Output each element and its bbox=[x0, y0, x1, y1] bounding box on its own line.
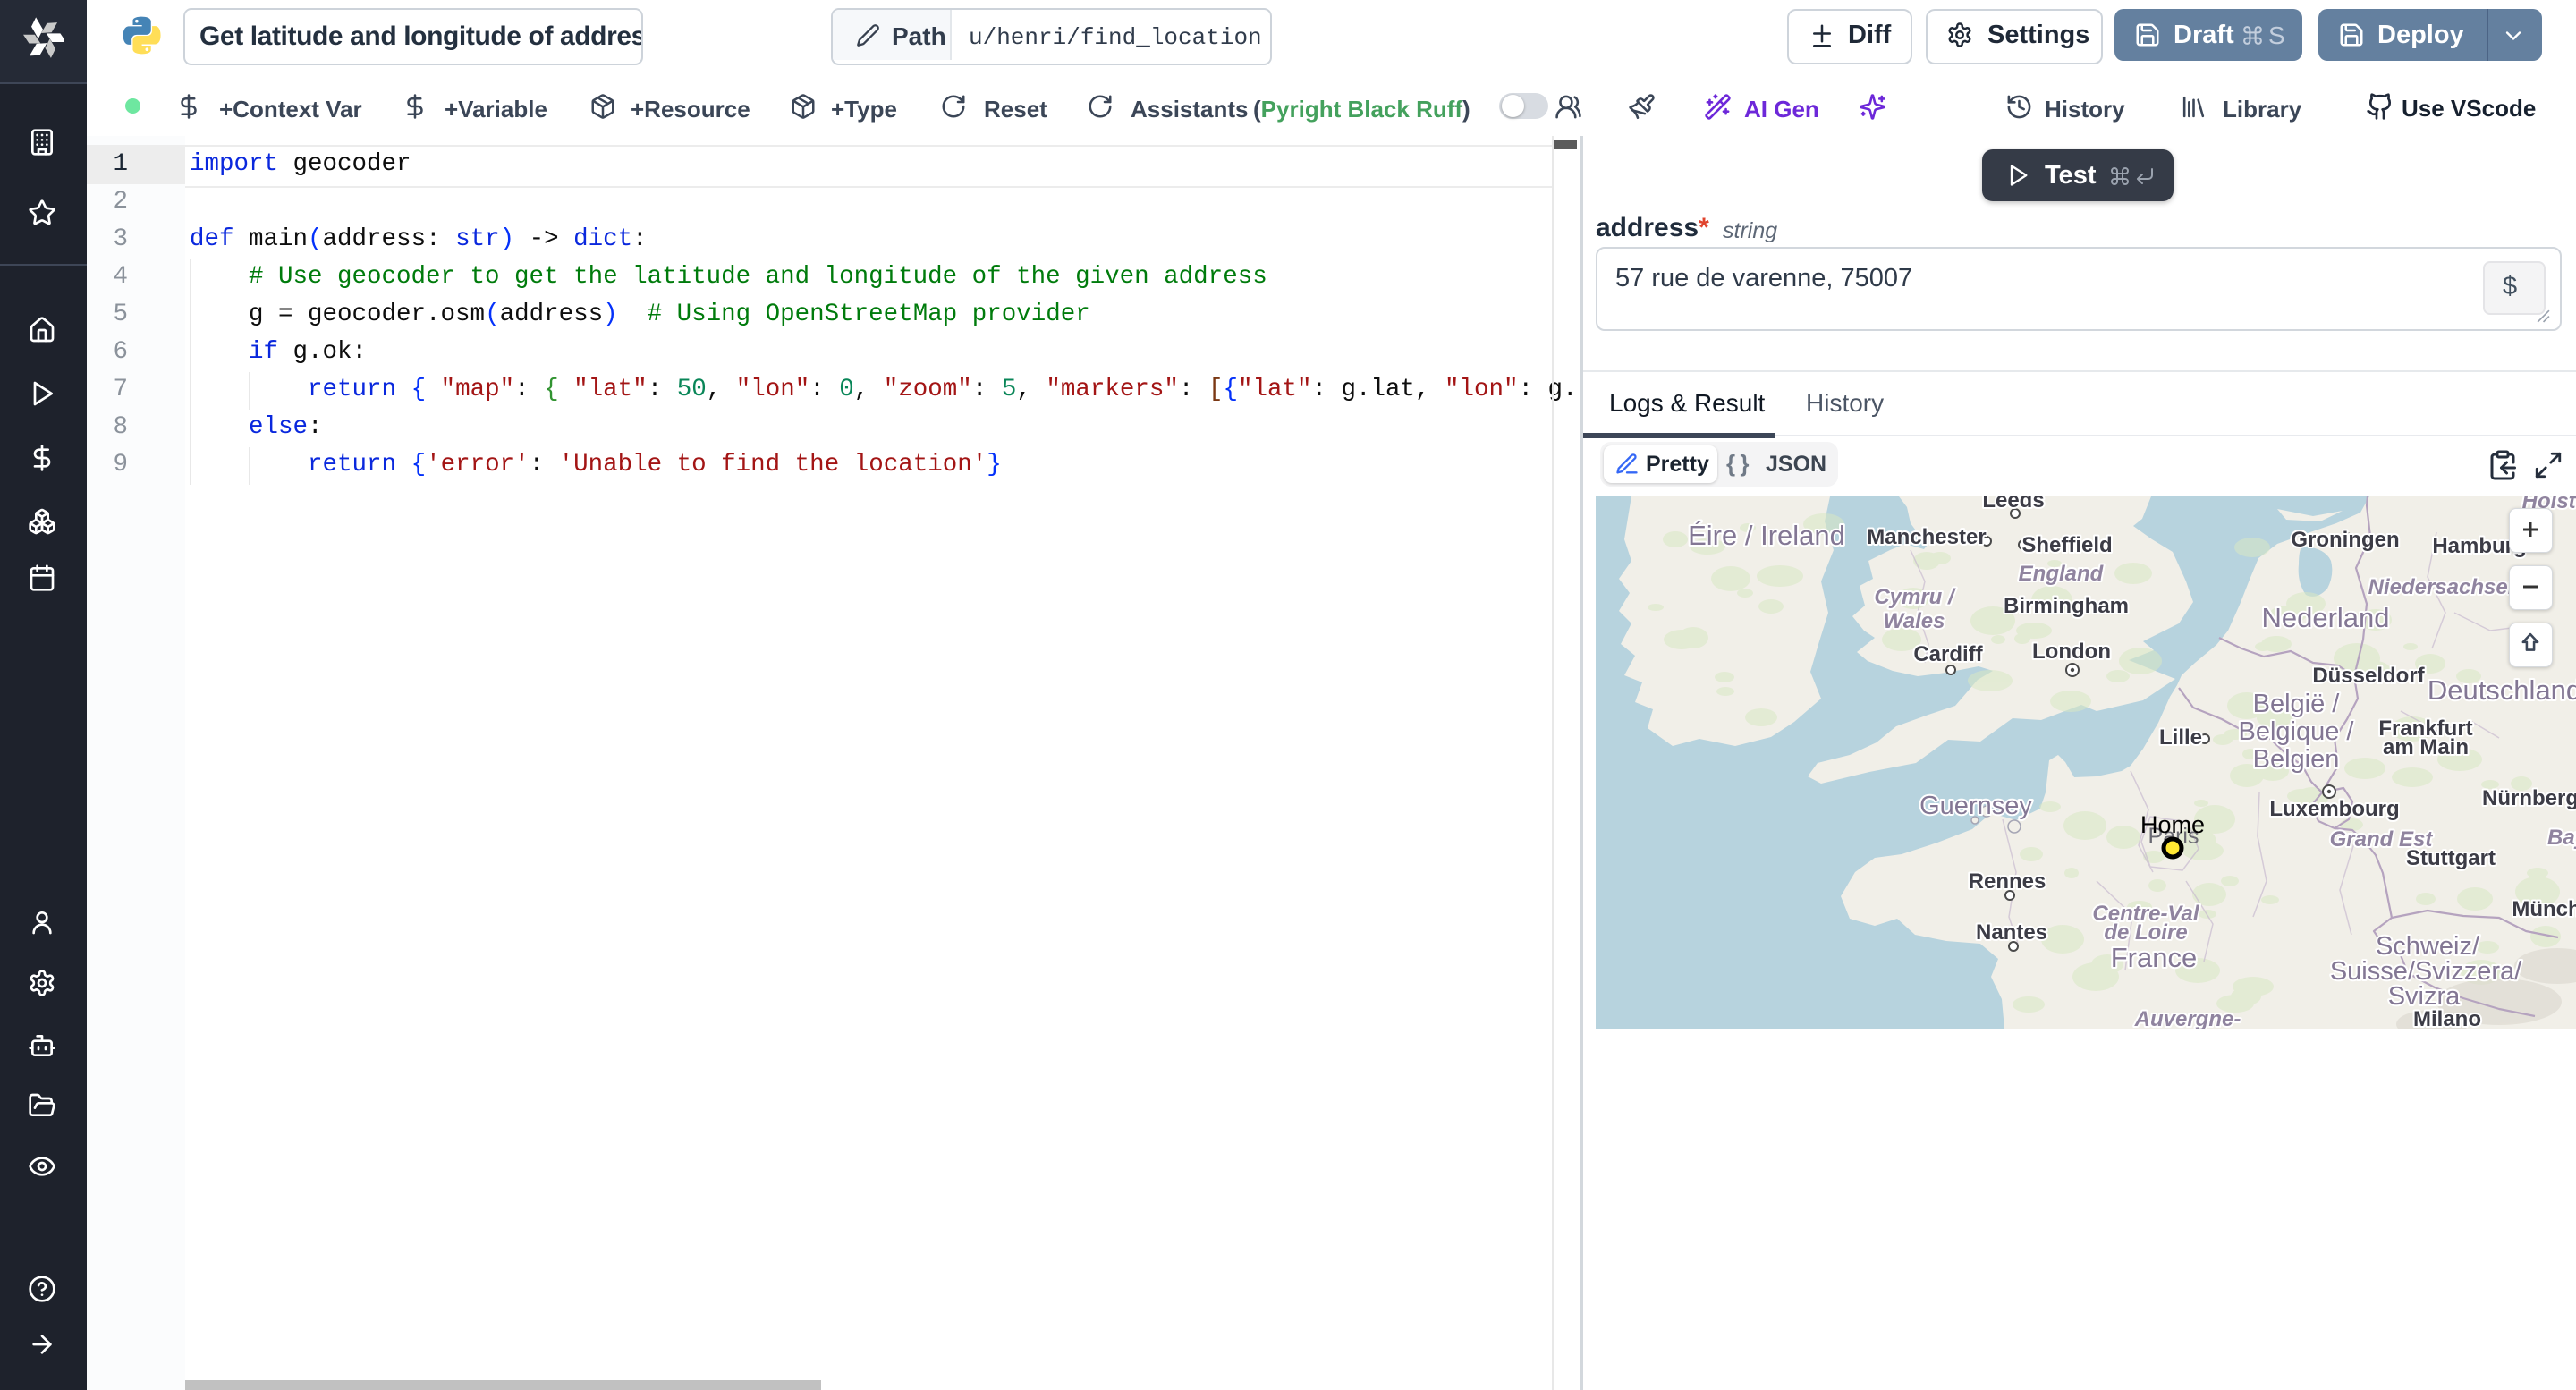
svg-text:België /: België / bbox=[2253, 690, 2341, 718]
svg-text:Düsseldorf: Düsseldorf bbox=[2312, 664, 2425, 688]
svg-text:Grand Est: Grand Est bbox=[2330, 827, 2434, 852]
svg-text:Cymru /: Cymru / bbox=[1874, 585, 1956, 609]
svg-text:München: München bbox=[2512, 897, 2576, 921]
svg-text:Rennes: Rennes bbox=[1969, 869, 2046, 894]
svg-text:Niedersachsen: Niedersachsen bbox=[2368, 575, 2521, 599]
svg-text:Bay: Bay bbox=[2547, 826, 2576, 850]
svg-text:Groningen: Groningen bbox=[2291, 528, 2399, 552]
svg-text:Guernsey: Guernsey bbox=[1919, 792, 2032, 820]
svg-text:Lille: Lille bbox=[2159, 725, 2202, 750]
svg-text:France: France bbox=[2111, 942, 2197, 973]
svg-text:am Main: am Main bbox=[2383, 735, 2469, 759]
svg-text:Nürnberg: Nürnberg bbox=[2482, 786, 2576, 810]
svg-text:Belgique /: Belgique / bbox=[2239, 717, 2355, 746]
svg-text:Wales: Wales bbox=[1884, 609, 1945, 633]
svg-text:Home: Home bbox=[2140, 811, 2205, 838]
svg-text:Belgien: Belgien bbox=[2253, 745, 2340, 774]
svg-text:de Loire: de Loire bbox=[2104, 920, 2187, 945]
svg-text:Auvergne-: Auvergne- bbox=[2134, 1007, 2241, 1029]
svg-text:England: England bbox=[2019, 562, 2105, 586]
svg-text:Manchester: Manchester bbox=[1867, 525, 1986, 549]
svg-text:Nederland: Nederland bbox=[2261, 602, 2389, 633]
svg-text:Deutschland: Deutschland bbox=[2428, 674, 2576, 706]
svg-text:Luxembourg: Luxembourg bbox=[2269, 797, 2399, 821]
svg-text:Nantes: Nantes bbox=[1976, 920, 2047, 945]
svg-text:Sheffield: Sheffield bbox=[2021, 533, 2112, 557]
svg-text:Cardiff: Cardiff bbox=[1913, 642, 1983, 666]
svg-text:Éire / Ireland: Éire / Ireland bbox=[1688, 520, 1845, 551]
svg-text:London: London bbox=[2032, 640, 2111, 664]
svg-text:Birmingham: Birmingham bbox=[2004, 594, 2129, 618]
svg-text:Leeds: Leeds bbox=[1982, 496, 2044, 513]
svg-text:Svizra: Svizra bbox=[2388, 982, 2461, 1011]
